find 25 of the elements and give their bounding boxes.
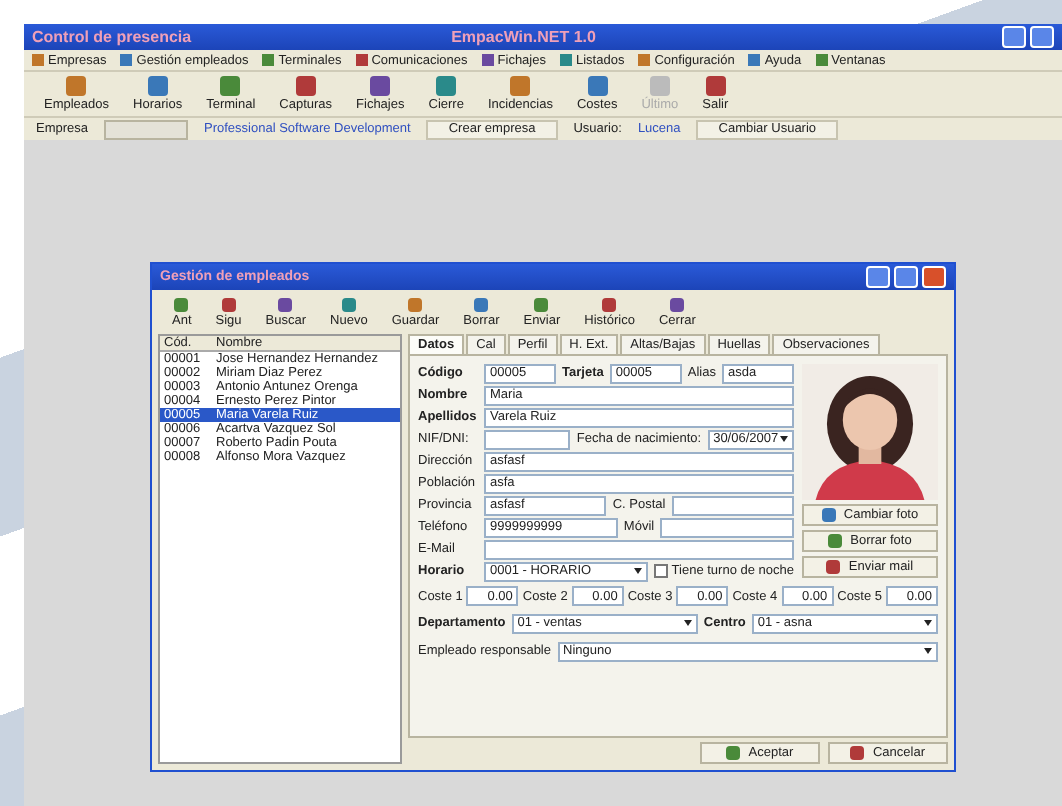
input-field[interactable]: [671, 495, 794, 515]
square-icon: [638, 54, 651, 66]
minimize-button[interactable]: [866, 266, 890, 288]
square-icon: [560, 54, 572, 66]
minimize-button[interactable]: [1002, 26, 1026, 48]
caret-icon: [683, 620, 692, 626]
square-icon: [32, 54, 44, 66]
caret-icon: [924, 648, 932, 654]
caret-icon: [780, 436, 788, 442]
input-field[interactable]: [484, 539, 794, 559]
maximize-button[interactable]: [894, 266, 918, 288]
app-name: EmpacWin.NET 1.0: [451, 28, 596, 46]
square-icon: [481, 54, 494, 66]
square-icon: [355, 54, 368, 66]
maximize-button[interactable]: [1030, 26, 1054, 48]
caret-icon: [924, 620, 933, 626]
window-title: Control de presencia: [32, 28, 192, 46]
square-icon: [262, 54, 275, 66]
input-field[interactable]: [484, 429, 571, 449]
close-button[interactable]: [922, 266, 946, 288]
input-field[interactable]: [660, 517, 795, 537]
caret-icon: [633, 568, 642, 574]
square-icon: [748, 54, 761, 66]
square-icon: [120, 54, 133, 66]
square-icon: [815, 54, 828, 66]
